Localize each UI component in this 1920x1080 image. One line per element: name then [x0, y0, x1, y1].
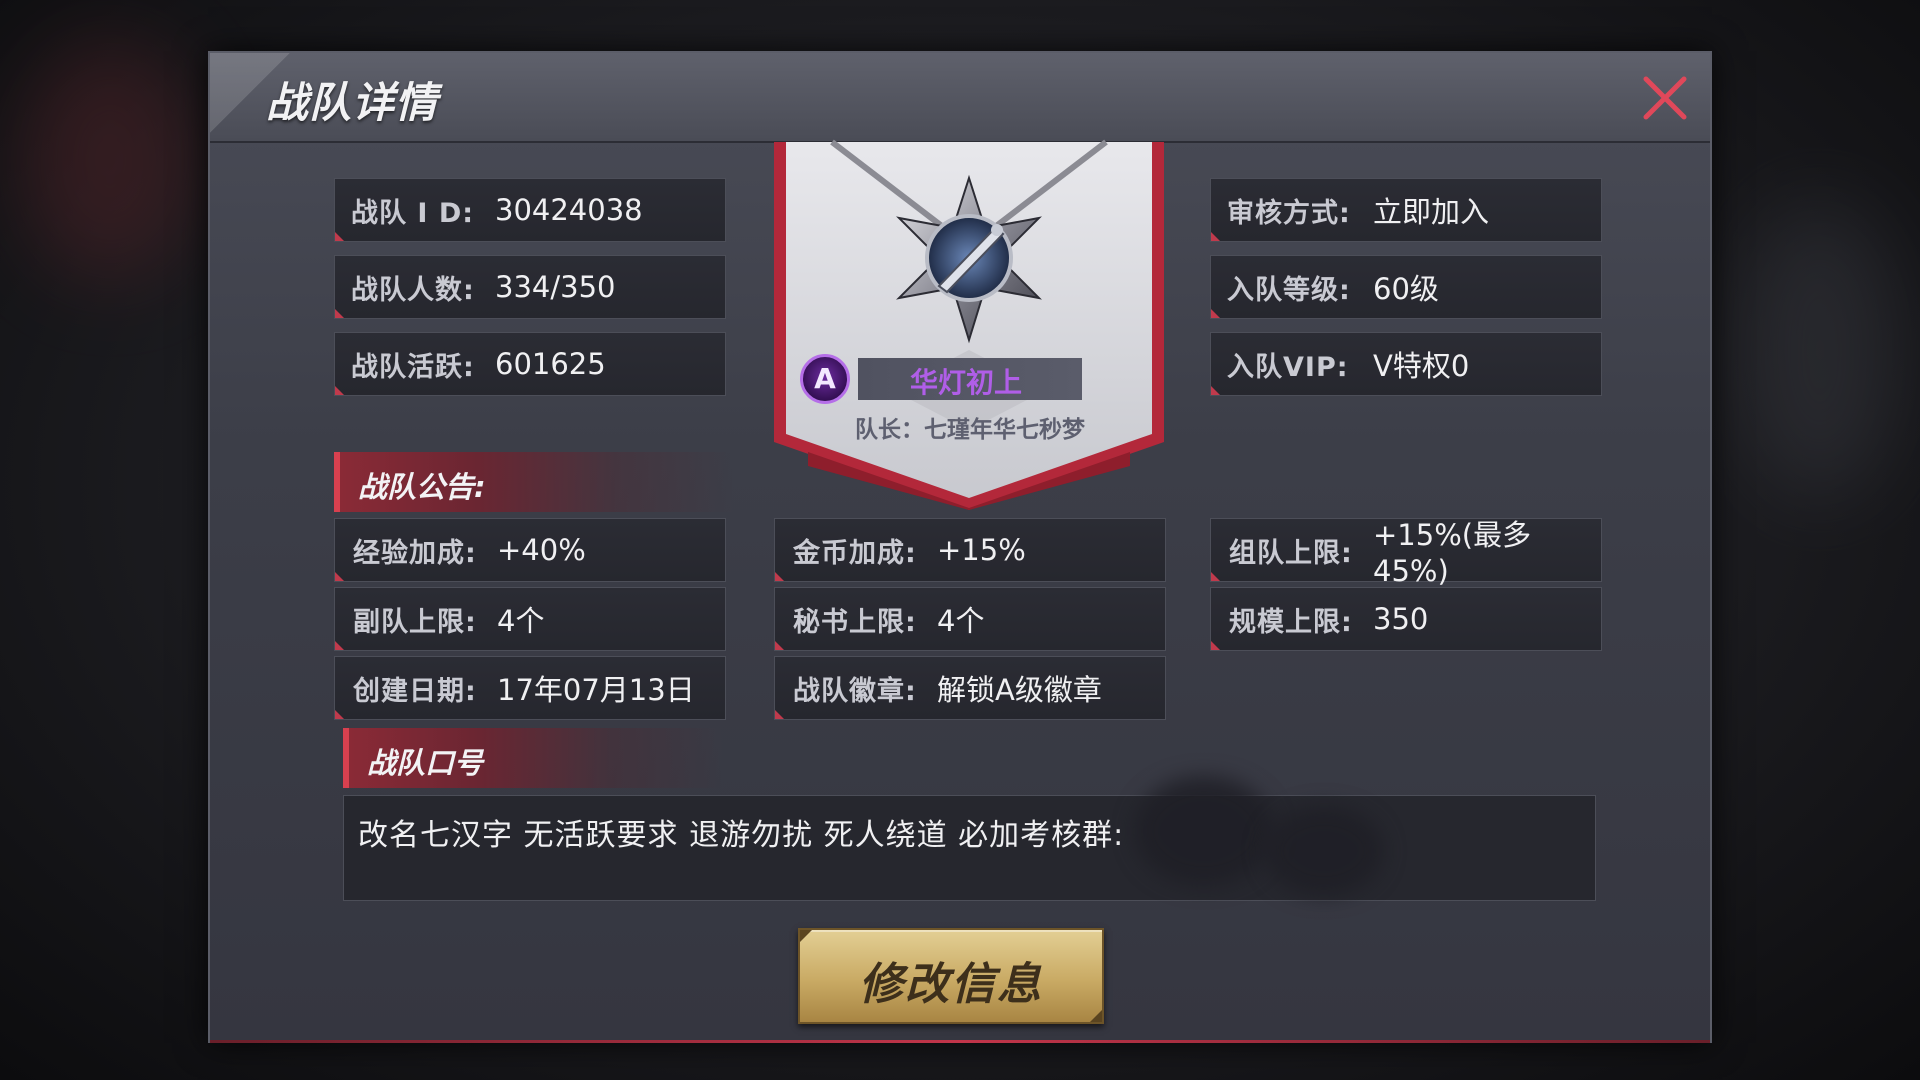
join-vip-label: 入队VIP:: [1227, 351, 1349, 383]
team-badge-value: 解锁A级徽章: [937, 673, 1102, 707]
dialog-title: 战队详情: [266, 78, 439, 127]
secretary-limit-label: 秘书上限:: [793, 606, 917, 638]
announcement-header: 战队公告:: [334, 452, 734, 512]
team-id-label: 战队 I D:: [351, 197, 475, 229]
team-emblem-icon: [774, 139, 1164, 510]
team-name-box: 华灯初上: [858, 358, 1082, 400]
secretary-limit-value: 4个: [937, 604, 985, 638]
scale-limit-field: 规模上限: 350: [1210, 587, 1602, 651]
redacted-blur: [1264, 806, 1384, 896]
party-limit-value: +15%(最多45%): [1373, 518, 1532, 588]
edit-info-label: 修改信息: [859, 959, 1043, 1010]
announcement-title: 战队公告:: [358, 470, 486, 504]
team-activity-value: 601625: [495, 347, 606, 381]
team-badge-label: 战队徽章:: [793, 675, 917, 707]
review-method-label: 审核方式:: [1227, 197, 1351, 229]
exp-bonus-value: +40%: [497, 533, 586, 567]
review-method-field: 审核方式: 立即加入: [1210, 178, 1602, 242]
exp-bonus-field: 经验加成: +40%: [334, 518, 726, 582]
join-vip-value: V特权0: [1373, 349, 1470, 383]
coin-bonus-value: +15%: [937, 533, 1026, 567]
slogan-box: 改名七汉字 无活跃要求 退游勿扰 死人绕道 必加考核群:: [343, 776, 1596, 901]
team-id-value: 30424038: [495, 193, 643, 227]
exp-bonus-label: 经验加成:: [353, 537, 477, 569]
coin-bonus-label: 金币加成:: [793, 537, 917, 569]
edit-info-button[interactable]: 修改信息: [798, 928, 1104, 1024]
team-leader: 队长：七瑾年华七秒梦: [855, 417, 1085, 443]
background-blur: [20, 40, 200, 280]
team-badge-field: 战队徽章: 解锁A级徽章: [774, 656, 1166, 720]
redacted-blur: [1134, 776, 1274, 886]
party-limit-field: 组队上限: +15%(最多45%): [1210, 518, 1602, 588]
team-members-label: 战队人数:: [351, 274, 475, 306]
created-date-value: 17年07月13日: [497, 673, 695, 707]
background-blur: [1740, 200, 1900, 500]
join-level-field: 入队等级: 60级: [1210, 255, 1602, 319]
team-members-value: 334/350: [495, 270, 616, 304]
team-members-field: 战队人数: 334/350: [334, 255, 726, 319]
close-icon: [1643, 76, 1687, 120]
vice-limit-label: 副队上限:: [353, 606, 477, 638]
team-id-field: 战队 I D: 30424038: [334, 178, 726, 242]
join-level-label: 入队等级:: [1227, 274, 1351, 306]
scale-limit-value: 350: [1373, 602, 1429, 636]
created-date-label: 创建日期:: [353, 675, 477, 707]
join-level-value: 60级: [1373, 272, 1439, 306]
join-vip-field: 入队VIP: V特权0: [1210, 332, 1602, 396]
created-date-field: 创建日期: 17年07月13日: [334, 656, 726, 720]
team-activity-field: 战队活跃: 601625: [334, 332, 726, 396]
party-limit-label: 组队上限:: [1229, 537, 1353, 569]
slogan-header: 战队口号: [343, 728, 723, 788]
captain-row: A 华灯初上: [800, 354, 1086, 404]
captain-rank-icon: A: [800, 354, 850, 404]
vice-limit-field: 副队上限: 4个: [334, 587, 726, 651]
slogan-text: 改名七汉字 无活跃要求 退游勿扰 死人绕道 必加考核群:: [358, 818, 1125, 853]
review-method-value: 立即加入: [1373, 195, 1490, 229]
scale-limit-label: 规模上限:: [1229, 606, 1353, 638]
secretary-limit-field: 秘书上限: 4个: [774, 587, 1166, 651]
coin-bonus-field: 金币加成: +15%: [774, 518, 1166, 582]
team-name: 华灯初上: [910, 366, 1023, 399]
vice-limit-value: 4个: [497, 604, 545, 638]
slogan-title: 战队口号: [367, 746, 484, 780]
team-activity-label: 战队活跃:: [351, 351, 475, 383]
close-button[interactable]: [1638, 71, 1692, 125]
